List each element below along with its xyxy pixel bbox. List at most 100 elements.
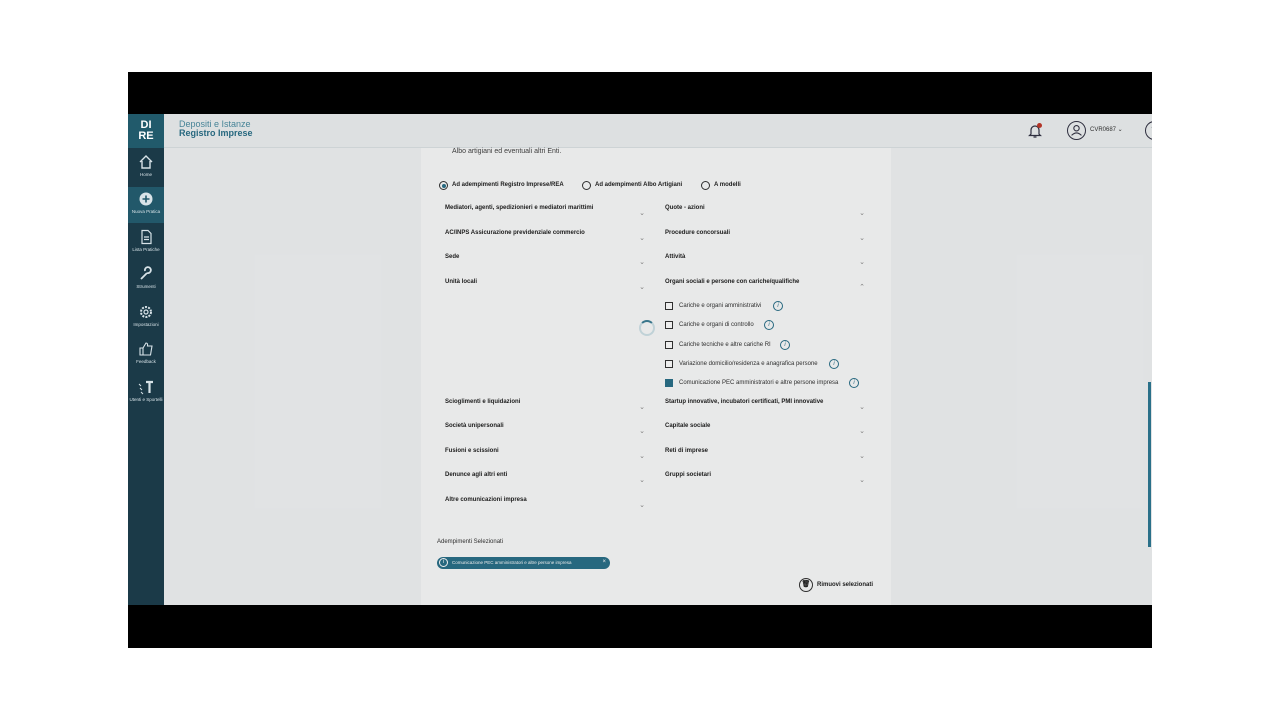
- accordion-reti-imprese[interactable]: Reti di imprese ⌄: [665, 448, 865, 460]
- sidebar-item-home[interactable]: Home: [128, 150, 164, 186]
- option-cariche-amministrativi[interactable]: Cariche e organi amministrativi i: [665, 301, 865, 312]
- sidebar-item-label: Utenti e Sportelli: [129, 397, 163, 402]
- accordion-label: Scioglimenti e liquidazioni: [445, 399, 521, 405]
- chevron-down-icon: ⌄: [639, 477, 645, 484]
- info-icon[interactable]: i: [764, 320, 774, 330]
- checkbox[interactable]: [665, 360, 673, 368]
- option-label: Comunicazione PEC amministratori e altre…: [679, 380, 839, 386]
- option-cariche-controllo[interactable]: Cariche e organi di controllo i: [665, 320, 865, 331]
- help-button[interactable]: ?: [1145, 121, 1152, 140]
- chevron-down-icon: ⌄: [639, 428, 645, 435]
- accordion-scioglimenti[interactable]: Scioglimenti e liquidazioni ⌄: [445, 399, 645, 411]
- sidebar-item-lista-pratiche[interactable]: Lista Pratiche: [128, 225, 164, 261]
- wrench-icon: [140, 266, 152, 280]
- chevron-down-icon: ⌄: [639, 284, 645, 291]
- radio-modelli[interactable]: [701, 181, 710, 190]
- accordion-societa-unipersonali[interactable]: Società unipersonali ⌄: [445, 423, 645, 435]
- header-title: Registro Imprese: [179, 128, 253, 138]
- scrollbar-thumb[interactable]: [1148, 382, 1151, 547]
- accordion-label: Quote - azioni: [665, 205, 705, 211]
- accordion-label: Sede: [445, 254, 460, 260]
- checkbox[interactable]: [665, 341, 673, 349]
- info-icon[interactable]: i: [439, 558, 448, 567]
- accordion-procedure-concorsuali[interactable]: Procedure concorsuali ⌄: [665, 230, 865, 242]
- accordion-label: Gruppi societari: [665, 472, 712, 478]
- document-icon: [141, 229, 152, 245]
- sidebar-item-label: Nuova Pratica: [131, 209, 161, 214]
- accordion-label: Reti di imprese: [665, 448, 709, 454]
- radio-registro-imprese[interactable]: [439, 181, 448, 190]
- option-label: Cariche e organi amministrativi: [679, 303, 762, 309]
- user-avatar-icon[interactable]: [1067, 121, 1086, 140]
- option-comunicazione-pec[interactable]: Comunicazione PEC amministratori e altre…: [665, 378, 875, 389]
- info-icon[interactable]: i: [780, 340, 790, 350]
- chevron-down-icon: ⌄: [859, 428, 865, 435]
- sidebar-item-label: Lista Pratiche: [132, 247, 160, 252]
- sidebar-item-strumenti[interactable]: Strumenti: [128, 262, 164, 298]
- close-icon[interactable]: ×: [602, 559, 606, 565]
- home-icon: [139, 155, 153, 169]
- chevron-down-icon: ⌄: [859, 453, 865, 460]
- main-content: Albo artigiani ed eventuali altri Enti. …: [421, 148, 891, 605]
- accordion-quote-azioni[interactable]: Quote - azioni ⌄: [665, 205, 865, 217]
- accordion-altre-comunicazioni[interactable]: Altre comunicazioni impresa ⌄: [445, 497, 645, 509]
- info-icon[interactable]: i: [773, 301, 783, 311]
- option-cariche-tecniche[interactable]: Cariche tecniche e altre cariche RI i: [665, 340, 865, 351]
- info-icon[interactable]: i: [829, 359, 839, 369]
- radio-albo-artigiani[interactable]: [582, 181, 591, 190]
- checkbox[interactable]: [665, 321, 673, 329]
- option-label: Variazione domicilio/residenza e anagraf…: [679, 361, 818, 367]
- selected-chip[interactable]: i Comunicazione PEC amministratori e alt…: [437, 557, 610, 569]
- chevron-down-icon: ⌄: [859, 404, 865, 411]
- accordion-mediatori[interactable]: Mediatori, agenti, spedizionieri e media…: [445, 205, 645, 217]
- accordion-label: Denunce agli altri enti: [445, 472, 508, 478]
- accordion-ac-inps[interactable]: AC/INPS Assicurazione previdenziale comm…: [445, 230, 645, 242]
- accordion-gruppi-societari[interactable]: Gruppi societari ⌄: [665, 472, 865, 484]
- gear-icon: [140, 306, 152, 318]
- accordion-unita-locali[interactable]: Unità locali ⌄: [445, 279, 645, 291]
- accordion-label: Organi sociali e persone con cariche/qua…: [665, 279, 800, 285]
- accordion-fusioni[interactable]: Fusioni e scissioni ⌄: [445, 448, 645, 460]
- accordion-label: Società unipersonali: [445, 423, 504, 429]
- radio-label: A modelli: [714, 182, 741, 188]
- option-variazione-domicilio[interactable]: Variazione domicilio/residenza e anagraf…: [665, 359, 865, 370]
- intro-text: Albo artigiani ed eventuali altri Enti.: [452, 148, 562, 155]
- checkbox-checked[interactable]: [665, 379, 673, 387]
- accordion-capitale-sociale[interactable]: Capitale sociale ⌄: [665, 423, 865, 435]
- sidebar-item-label: Impostazioni: [133, 322, 159, 327]
- app-logo[interactable]: DI RE: [128, 114, 164, 148]
- sidebar-item-nuova-pratica[interactable]: Nuova Pratica: [128, 187, 164, 223]
- checkbox[interactable]: [665, 302, 673, 310]
- plus-circle-icon: [139, 192, 153, 206]
- radio-label: Ad adempimenti Registro Imprese/REA: [452, 182, 564, 188]
- accordion-sede[interactable]: Sede ⌄: [445, 254, 645, 266]
- option-label: Cariche tecniche e altre cariche RI: [679, 342, 771, 348]
- accordion-label: Attività: [665, 254, 686, 260]
- sidebar-item-label: Feedback: [136, 359, 156, 364]
- accordion-label: Fusioni e scissioni: [445, 448, 499, 454]
- accordion-label: Unità locali: [445, 279, 478, 285]
- app-screen: DI RE Home Nuova Pratica Lista Pratiche …: [128, 114, 1152, 605]
- sidebar-item-utenti-sportelli[interactable]: Utenti e Sportelli: [128, 375, 164, 411]
- sidebar-item-impostazioni[interactable]: Impostazioni: [128, 300, 164, 336]
- thumbs-up-icon: [139, 342, 153, 356]
- accordion-label: Procedure concorsuali: [665, 230, 731, 236]
- chip-label: Comunicazione PEC amministratori e altre…: [452, 560, 572, 565]
- option-label: Cariche e organi di controllo: [679, 322, 754, 328]
- accordion-label: AC/INPS Assicurazione previdenziale comm…: [445, 230, 585, 236]
- accordion-attivita[interactable]: Attività ⌄: [665, 254, 865, 266]
- accordion-organi-sociali[interactable]: Organi sociali e persone con cariche/qua…: [665, 279, 865, 291]
- chevron-up-icon: ⌃: [859, 284, 865, 291]
- sidebar-item-label: Strumenti: [136, 284, 156, 289]
- sidebar-item-feedback[interactable]: Feedback: [128, 337, 164, 373]
- info-icon[interactable]: i: [849, 378, 859, 388]
- notification-dot: [1037, 123, 1042, 128]
- text-size-icon: [138, 380, 153, 395]
- accordion-label: Capitale sociale: [665, 423, 711, 429]
- accordion-startup[interactable]: Startup innovative, incubatori certifica…: [665, 399, 865, 411]
- sidebar: DI RE Home Nuova Pratica Lista Pratiche …: [128, 114, 164, 605]
- user-menu[interactable]: CVR0687 ⌄: [1090, 126, 1123, 133]
- selected-section-title: Adempimenti Selezionati: [437, 539, 504, 545]
- accordion-label: Startup innovative, incubatori certifica…: [665, 399, 824, 405]
- accordion-denunce[interactable]: Denunce agli altri enti ⌄: [445, 472, 645, 484]
